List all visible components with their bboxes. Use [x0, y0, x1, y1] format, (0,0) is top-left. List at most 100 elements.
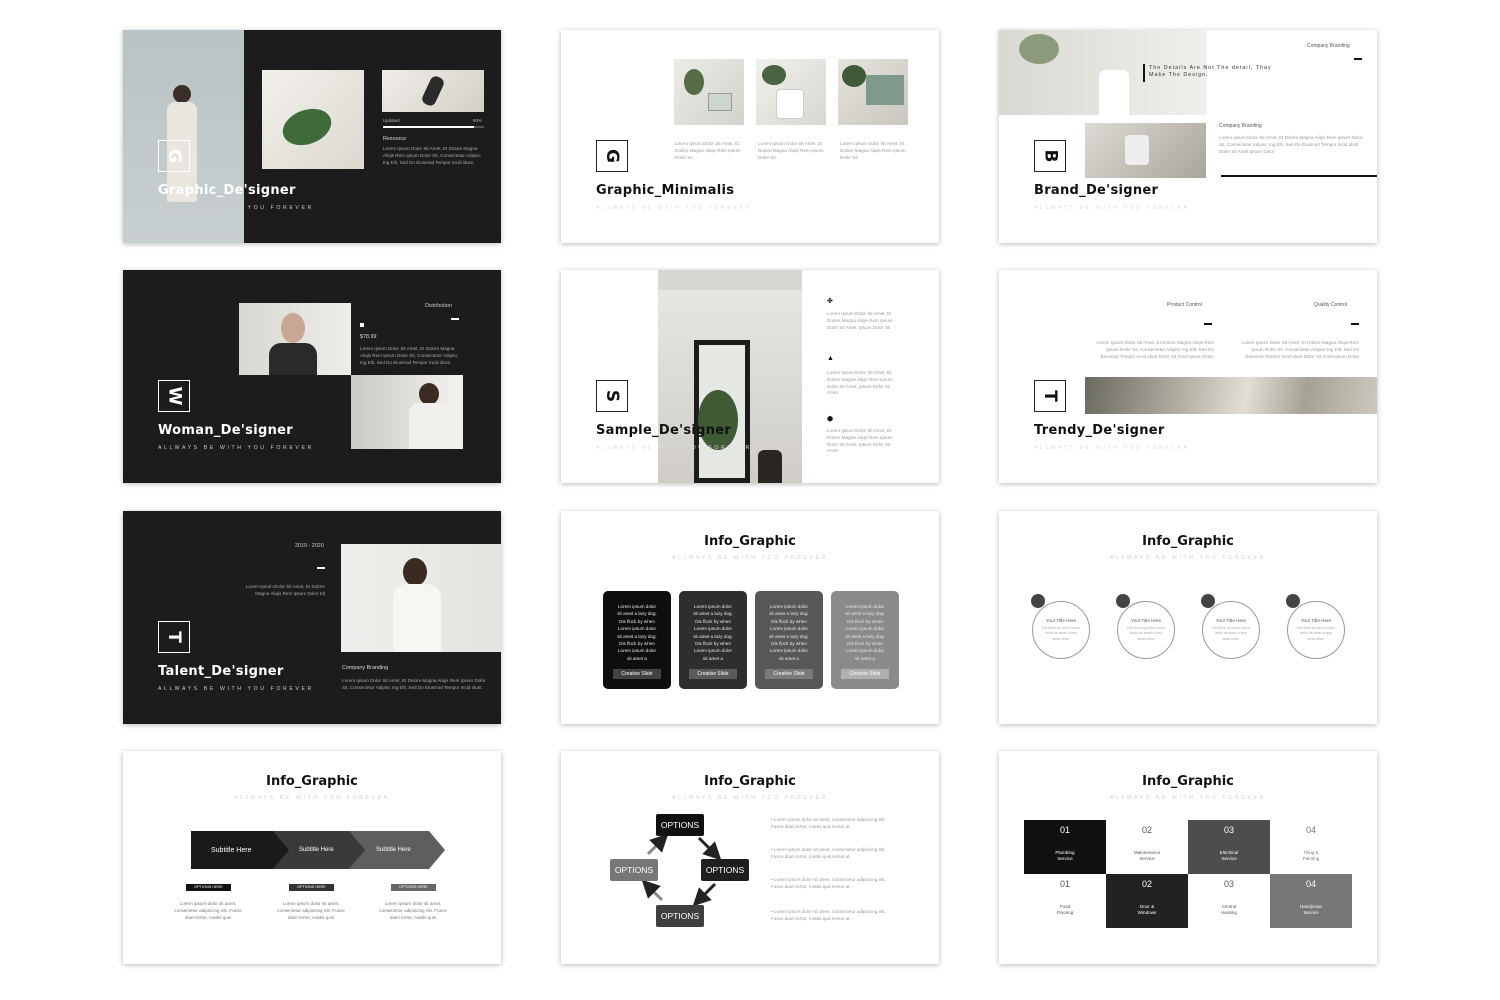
info-card-text: Lorem ipsum dolor sit amet a lazy dog. D…: [617, 604, 657, 661]
slide-subtitle: ALLWAYS BE WITH YOU FOREVER: [1034, 205, 1190, 211]
brand-underline: [1221, 175, 1377, 177]
option-bottom: OPTIONS: [656, 905, 704, 927]
service-label: Plumbing Service: [1055, 850, 1075, 862]
circle-title: Your Title Here: [1215, 618, 1247, 623]
service-cell: 03 Electrical Service: [1188, 820, 1270, 874]
quote-rule: [1143, 64, 1145, 82]
slide-title: Info_Graphic: [704, 534, 796, 549]
service-cell: 02 Door & Windows: [1106, 874, 1188, 928]
slide-sample-designer[interactable]: ✤ Lorem Ipsum Dolor Sit Amet, Et Dolore …: [561, 270, 939, 483]
slide-talent-designer[interactable]: 2019 - 2020 Lorem Ipsum Dolor Sit Amet, …: [123, 511, 501, 724]
service-label: Tiling & Painting: [1302, 850, 1320, 862]
price-label: $78,99: [360, 334, 377, 340]
circle-marker-icon: [1286, 594, 1300, 608]
hand-plant-photo: [382, 70, 484, 112]
circle-marker-icon: [1116, 594, 1130, 608]
creative-slide-button[interactable]: Creative Slide: [613, 669, 661, 679]
slide-graphic-minimalis[interactable]: Lorem Ipsum Dolor Sit Amet, Et Dolore Ma…: [561, 30, 939, 243]
service-cell: 04 Handyman Service: [1270, 874, 1352, 928]
slide-woman-designer[interactable]: Distribution $78,99 Lorem Ipsum Dolor Si…: [123, 270, 501, 483]
slide-subtitle: ALLWAYS BE WITH YOU FOREVER: [596, 205, 752, 211]
info-circle: Your Title Here Dis flock by when lorem d…: [1031, 594, 1090, 659]
product-control-label: Product Control: [1167, 302, 1202, 308]
option-text-3: Lorem ipsum dolor sit amet, consectetur …: [379, 901, 447, 920]
bullet-square: [360, 323, 364, 327]
info-card: Lorem ipsum dolor sit amet a lazy dog. D…: [755, 591, 823, 689]
letter-badge: G: [158, 140, 190, 172]
letter-badge: T: [1034, 380, 1066, 412]
slide-info-graphic-cycle[interactable]: Info_Graphic ALLWAYS BE WITH YOU FOREVER…: [561, 751, 939, 964]
info-circle: Your Title Here Dis flock by when lorem d…: [1286, 594, 1345, 659]
plant-photo: [262, 70, 364, 169]
bullet-item: • Lorem ipsum dolor sit amet, consectetu…: [771, 877, 886, 889]
service-label: Handyman Service: [1299, 904, 1323, 916]
letter-badge: B: [1034, 140, 1066, 172]
mug-plant-photo: [756, 59, 826, 125]
slide-title: Info_Graphic: [1142, 534, 1234, 549]
info-circle: Your Title Here Dis flock by when lorem d…: [1116, 594, 1175, 659]
talent-bottom-body: Lorem Ipsum Dolor Sit Amet, Et Dolore Ma…: [342, 678, 486, 690]
woman-phone-photo: [351, 375, 463, 449]
info-card: Lorem ipsum dolor sit amet a lazy dog. D…: [679, 591, 747, 689]
letter-badge: G: [596, 140, 628, 172]
service-label: Door & Windows: [1137, 904, 1157, 916]
option-right: OPTIONS: [701, 859, 749, 881]
company-branding-label: Company Branding: [342, 665, 389, 671]
progress-fill: [383, 126, 474, 128]
slide-title: Trendy_De'signer: [1034, 423, 1165, 438]
info-circle: Your Title Here Dis flock by when lorem d…: [1201, 594, 1260, 659]
circle-title: Your Title Here: [1045, 618, 1077, 623]
top-label: Company Branding: [1307, 43, 1350, 49]
arrow-label-1: Subtitle Here: [211, 847, 252, 854]
creative-slide-button[interactable]: Creative Slide: [841, 669, 889, 679]
feature-text-3: Lorem Ipsum Dolor Sit Amet, Et Dolore Ma…: [827, 428, 893, 454]
abstract-blur-photo: [1085, 377, 1377, 414]
slide-title: Brand_De'signer: [1034, 183, 1159, 198]
circle-text: Dis flock by when lorem dolor sit amet a…: [1042, 626, 1080, 641]
laptop-plant-photo: [838, 59, 908, 125]
progress-track: [383, 126, 484, 128]
quality-control-body: Lorem Ipsum Dolor Sit Amet, Et Dolore Ma…: [1241, 340, 1359, 359]
info-card-text: Lorem ipsum dolor sit amet a lazy dog. D…: [693, 604, 733, 661]
slide-info-graphic-grid[interactable]: Info_Graphic ALLWAYS BE WITH YOU FOREVER…: [999, 751, 1377, 964]
slide-graphic-designer[interactable]: Updated 90% Resource Lorem Ipsum Dolor S…: [123, 30, 501, 243]
service-cell: 01 Food Flooring: [1024, 874, 1106, 928]
years-label: 2019 - 2020: [295, 543, 324, 549]
creative-slide-button[interactable]: Creative Slide: [765, 669, 813, 679]
slide-brand-designer[interactable]: The Details Are Not The detail, Thay Mak…: [999, 30, 1377, 243]
circle-marker-icon: [1031, 594, 1045, 608]
info-card-text: Lorem ipsum dolor sit amet a lazy dog. D…: [769, 604, 809, 661]
slide-info-graphic-circles[interactable]: Info_Graphic ALLWAYS BE WITH YOU FOREVER…: [999, 511, 1377, 724]
slide-subtitle: ALLWAYS BE WITH YOU FOREVER: [158, 205, 314, 211]
service-label: Electrical Service: [1219, 850, 1239, 862]
slide-subtitle: ALLWAYS BE WITH YOU FOREVER: [596, 445, 752, 451]
slide-info-graphic-arrows[interactable]: Info_Graphic ALLWAYS BE WITH YOU FOREVER…: [123, 751, 501, 964]
option-tag-1: OPTIONS HERE: [186, 884, 231, 891]
slide-subtitle: ALLWAYS BE WITH YOU FOREVER: [672, 555, 828, 561]
feature-text-2: Lorem Ipsum Dolor Sit Amet, Et Dolore Ma…: [827, 370, 893, 396]
option-left: OPTIONS: [610, 859, 658, 881]
letter-badge: S: [596, 380, 628, 412]
slide-trendy-designer[interactable]: Product Control Quality Control Lorem Ip…: [999, 270, 1377, 483]
clover-icon: ✤: [827, 298, 833, 305]
column-text-2: Lorem Ipsum Dolor Sit Amet, Et Dolore Ma…: [758, 141, 824, 160]
service-cell: 01 Plumbing Service: [1024, 820, 1106, 874]
slide-info-graphic-cards[interactable]: Info_Graphic ALLWAYS BE WITH YOU FOREVER…: [561, 511, 939, 724]
service-number: 03: [1223, 825, 1234, 835]
brand-body: Lorem Ipsum Dolor Sit Amet, Et Dolore Ma…: [1219, 135, 1363, 154]
column-text-3: Lorem Ipsum Dolor Sit Amet, Et Dolore Ma…: [840, 141, 906, 160]
service-cell: 02 Maintenance Service: [1106, 820, 1188, 874]
service-number: 04: [1305, 879, 1316, 889]
product-control-dash: [1204, 323, 1212, 325]
info-card: Lorem ipsum dolor sit amet a lazy dog. D…: [831, 591, 899, 689]
arrow-label-2: Subtitle Here: [299, 847, 334, 853]
bullet-item: • Lorem ipsum dolor sit amet, consectetu…: [771, 817, 886, 829]
resource-body: Lorem Ipsum Dolor Sit Amet, Et Dolore Ma…: [383, 146, 481, 165]
slide-title: Info_Graphic: [1142, 774, 1234, 789]
distribution-body: Lorem Ipsum Dolor Sit Amet, Et Dolore Ma…: [360, 346, 458, 365]
creative-slide-button[interactable]: Creative Slide: [689, 669, 737, 679]
woman-portrait-photo: [123, 30, 244, 243]
option-text-2: Lorem ipsum dolor sit amet, consectetur …: [277, 901, 345, 920]
service-number: 04: [1305, 825, 1316, 835]
arrow-label-3: Subtitle Here: [376, 847, 411, 853]
